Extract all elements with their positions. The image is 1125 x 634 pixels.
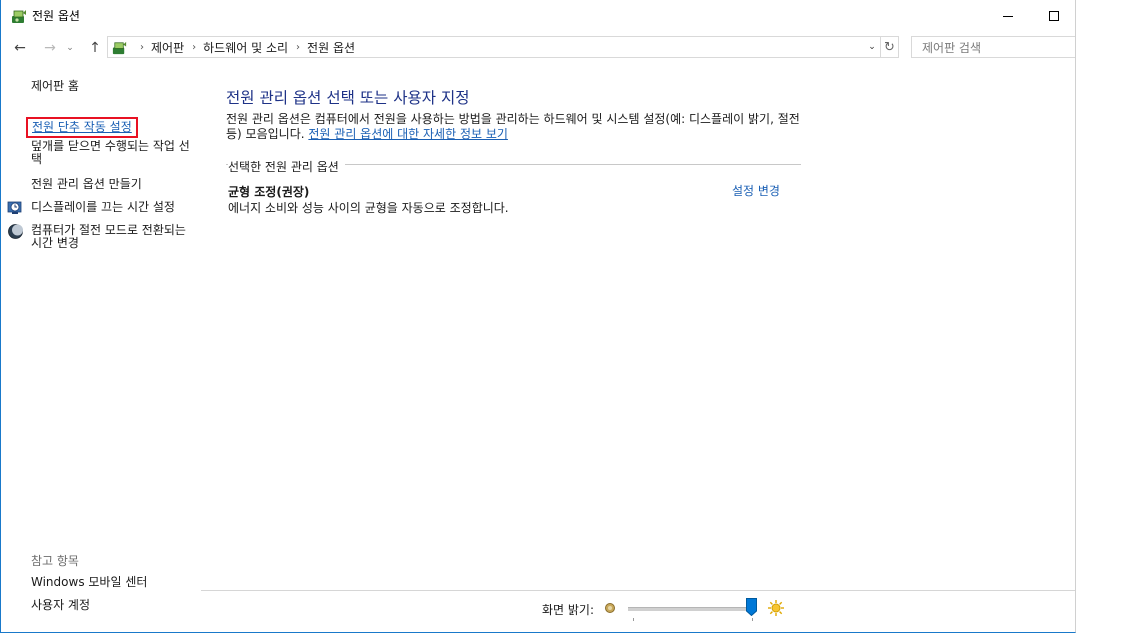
power-options-window: 전원 옵션 ← → ⌄ ↑ › 제어판 › 하드웨어 및 소리 › 전원 옵션 … (0, 0, 1076, 633)
change-plan-settings-link[interactable]: 설정 변경 (732, 182, 780, 199)
sidebar-create-power-plan[interactable]: 전원 관리 옵션 만들기 (31, 178, 196, 191)
sidebar-windows-mobility-center[interactable]: Windows 모바일 센터 (31, 576, 196, 589)
chevron-down-icon: ⌄ (66, 43, 74, 53)
footer-divider (201, 590, 1075, 591)
main-content: 전원 관리 옵션 선택 또는 사용자 지정 전원 관리 옵션은 컴퓨터에서 전원… (201, 62, 1075, 632)
arrow-right-icon: → (44, 40, 56, 56)
sidebar-power-button-label[interactable]: 전원 단추 작동 설정 (32, 120, 132, 134)
sidebar: 제어판 홈 전원 단추 작동 설정 덮개를 닫으면 수행되는 작업 선택 전원 … (1, 62, 201, 632)
forward-button[interactable]: → (40, 37, 60, 59)
see-also-title: 참고 항목 (31, 554, 79, 568)
clock-monitor-icon (7, 201, 22, 214)
control-panel-icon (112, 41, 127, 55)
address-dropdown-button[interactable]: ⌄ (866, 37, 878, 57)
recent-locations-button[interactable]: ⌄ (64, 37, 76, 59)
address-bar[interactable]: › 제어판 › 하드웨어 및 소리 › 전원 옵션 ⌄ (107, 36, 881, 58)
refresh-button[interactable]: ↻ (881, 36, 899, 58)
dim-sun-icon (605, 603, 615, 613)
sidebar-display-off-time[interactable]: 디스플레이를 끄는 시간 설정 (31, 201, 196, 214)
plan-name: 균형 조정(권장) (228, 185, 310, 199)
maximize-button[interactable] (1031, 0, 1075, 32)
page-title: 전원 관리 옵션 선택 또는 사용자 지정 (226, 89, 470, 107)
breadcrumb-control-panel[interactable]: 제어판 (151, 39, 184, 56)
selected-plan-group-title: 선택한 전원 관리 옵션 (228, 158, 345, 175)
plan-description: 에너지 소비와 성능 사이의 균형을 자동으로 조정합니다. (228, 201, 509, 215)
breadcrumb-separator-icon[interactable]: › (140, 42, 144, 53)
back-button[interactable]: ← (10, 37, 30, 59)
slider-tick-min (633, 618, 634, 621)
learn-more-link[interactable]: 전원 관리 옵션에 대한 자세한 정보 보기 (308, 127, 508, 141)
power-options-icon (12, 10, 26, 23)
slider-track[interactable] (628, 607, 748, 611)
arrow-up-icon: ↑ (89, 40, 101, 56)
refresh-icon: ↻ (884, 39, 895, 55)
title-bar: 전원 옵션 (1, 0, 1075, 32)
sidebar-user-accounts[interactable]: 사용자 계정 (31, 599, 196, 612)
chevron-down-icon: ⌄ (868, 42, 876, 52)
window-title: 전원 옵션 (32, 9, 80, 23)
sidebar-control-panel-home[interactable]: 제어판 홈 (31, 80, 196, 93)
arrow-left-icon: ← (14, 40, 26, 56)
search-input[interactable] (920, 38, 1074, 58)
breadcrumb-power-options[interactable]: 전원 옵션 (307, 39, 355, 56)
navigation-bar: ← → ⌄ ↑ › 제어판 › 하드웨어 및 소리 › 전원 옵션 ⌄ ↻ 제어… (1, 35, 1075, 61)
minimize-button[interactable] (985, 0, 1031, 32)
sidebar-lid-close-action[interactable]: 덮개를 닫으면 수행되는 작업 선택 (31, 140, 196, 166)
slider-thumb[interactable] (746, 598, 757, 616)
up-button[interactable]: ↑ (85, 37, 105, 59)
slider-tick-max (752, 618, 753, 621)
breadcrumb-separator-icon[interactable]: › (192, 42, 196, 53)
breadcrumb-separator-icon[interactable]: › (296, 42, 300, 53)
breadcrumb-hardware-sound[interactable]: 하드웨어 및 소리 (203, 39, 288, 56)
page-description: 전원 관리 옵션은 컴퓨터에서 전원을 사용하는 방법을 관리하는 하드웨어 및… (226, 112, 806, 142)
sidebar-sleep-time[interactable]: 컴퓨터가 절전 모드로 전환되는 시간 변경 (31, 224, 196, 250)
brightness-label: 화면 밝기: (542, 603, 595, 617)
sidebar-power-button-settings[interactable]: 전원 단추 작동 설정 (26, 117, 138, 138)
moon-icon (8, 224, 23, 239)
minimize-icon (1003, 15, 1013, 17)
brightness-slider[interactable] (628, 598, 758, 622)
bright-sun-icon (768, 600, 784, 616)
maximize-icon (1049, 11, 1059, 21)
breadcrumb: › 제어판 › 하드웨어 및 소리 › 전원 옵션 (132, 37, 355, 57)
search-box[interactable] (911, 36, 1075, 58)
